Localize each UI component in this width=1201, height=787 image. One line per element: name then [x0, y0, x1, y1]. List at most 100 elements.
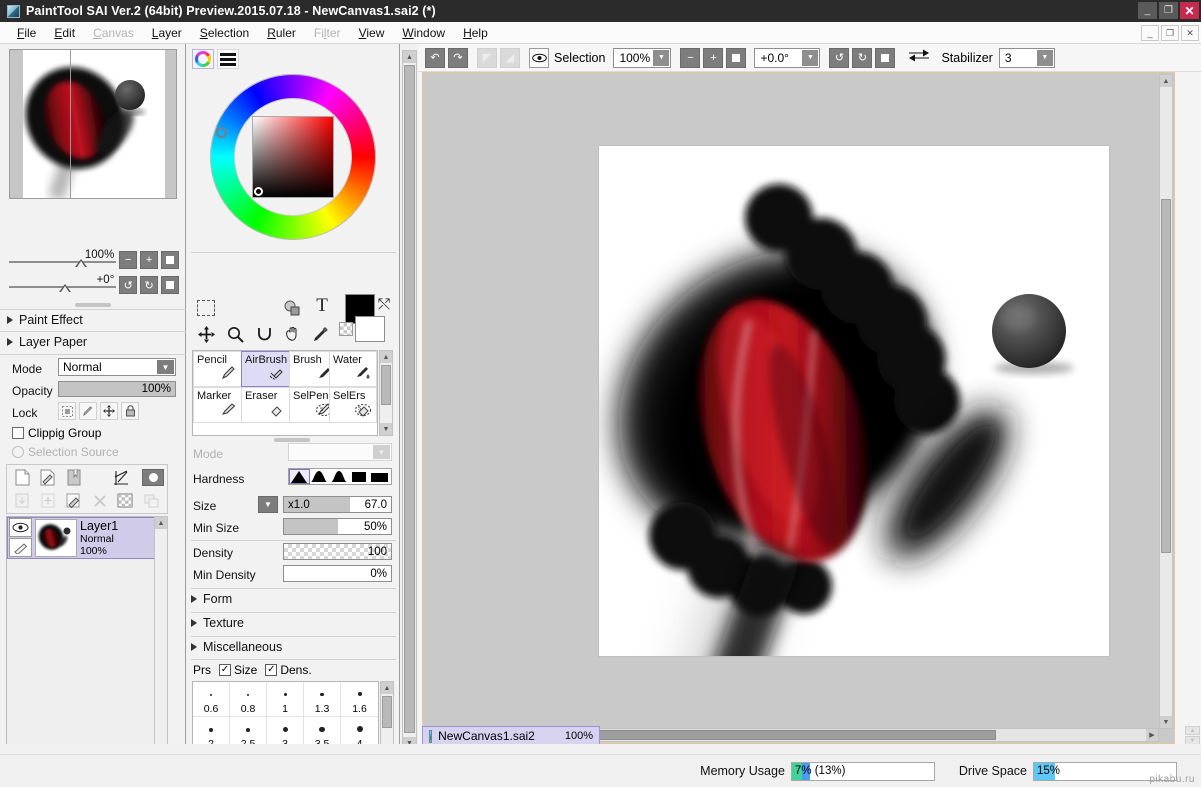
zoom-out-button[interactable]: − [119, 251, 137, 269]
canvas-zoom-out-button[interactable]: − [680, 48, 700, 68]
layer-paper-section[interactable]: Layer Paper [7, 332, 87, 352]
menu-layer[interactable]: Layer [143, 22, 191, 44]
canvas-rotate-reset-button[interactable] [875, 48, 895, 68]
canvas-stage[interactable]: ◀ ▶ ▲ ▼ [422, 72, 1175, 744]
layer-list-scrollbar[interactable]: ▲ ▼ [154, 516, 168, 778]
brush-selector-scrollbar[interactable]: ▲ ▼ [379, 350, 393, 436]
scroll-down-icon[interactable]: ▼ [380, 423, 392, 435]
hardness-selector[interactable] [288, 468, 392, 485]
brush-water[interactable]: Water [329, 351, 377, 387]
brush-min-size-bar[interactable]: 50% [283, 518, 392, 535]
hue-marker[interactable] [216, 127, 227, 138]
brush-min-density-bar[interactable]: 0% [283, 565, 392, 582]
layer-select-icon[interactable] [9, 538, 32, 557]
brush-size-bar[interactable]: x1.0 67.0 [283, 496, 392, 513]
layer-list-item[interactable]: Layer1 Normal 100% [7, 517, 167, 559]
prs-size-checkbox[interactable]: ✓ Size [219, 663, 257, 677]
layer-mode-combo[interactable]: Normal ▼ [58, 358, 176, 376]
hscroll-thumb[interactable] [572, 730, 996, 740]
mdi-restore-button[interactable]: ❐ [1161, 25, 1179, 41]
zoom-slider[interactable]: 100% [9, 251, 116, 267]
magic-wand-tool[interactable] [251, 296, 277, 320]
menu-file[interactable]: FFileile [8, 22, 45, 44]
sv-marker[interactable] [254, 187, 263, 196]
clear-icon[interactable] [63, 491, 85, 511]
scroll-up-icon[interactable]: ▲ [381, 682, 393, 694]
scroll-down-icon[interactable]: ▼ [1160, 716, 1172, 728]
selection-visibility-icon[interactable] [529, 48, 549, 68]
rect-select-tool[interactable] [193, 296, 219, 320]
brush-airbrush[interactable]: AirBrush [241, 351, 290, 387]
mask-icon[interactable] [140, 467, 166, 487]
flip-horizontal-icon[interactable] [909, 49, 929, 66]
move-tool[interactable] [193, 322, 219, 346]
tool-panel-scrollbar[interactable]: ▲ ▼ [402, 50, 417, 750]
menu-help[interactable]: Help [454, 22, 497, 44]
brush-pencil[interactable]: Pencil [193, 351, 242, 387]
rotate-cw-button[interactable]: ↻ [140, 276, 158, 294]
canvas-image[interactable] [598, 145, 1110, 657]
paint-effect-section[interactable]: Paint Effect [7, 310, 83, 330]
bucket-tool[interactable] [279, 296, 305, 320]
scroll-right-icon[interactable]: ▶ [1146, 729, 1158, 741]
form-section[interactable]: Form [191, 589, 232, 609]
hardness-option-2[interactable] [310, 469, 330, 484]
scrollbar-thumb[interactable] [381, 365, 391, 405]
document-tab[interactable]: NewCanvas1.sai2 100% [422, 726, 600, 746]
lock-paint-icon[interactable] [79, 402, 97, 420]
close-button[interactable]: ✕ [1180, 2, 1199, 19]
mdi-close-button[interactable]: ✕ [1181, 25, 1199, 41]
hand-tool[interactable] [279, 322, 305, 346]
preset-cell[interactable]: 0.8 [230, 682, 267, 717]
tab-scroll-up-icon[interactable]: ▲ [1185, 726, 1200, 735]
stabilizer-field[interactable]: 3 ▼ [999, 48, 1055, 68]
hardness-option-5[interactable] [370, 469, 391, 484]
rotate-reset-button[interactable] [161, 276, 179, 294]
zoom-tool[interactable] [222, 322, 248, 346]
layer-visibility-icon[interactable] [9, 518, 32, 537]
canvas-vscrollbar[interactable]: ▲ ▼ [1159, 74, 1173, 729]
chevron-down-icon[interactable]: ▼ [157, 360, 174, 374]
text-tool[interactable]: T [309, 294, 335, 318]
brush-density-bar[interactable]: 100 [283, 543, 392, 560]
background-color-swatch[interactable] [355, 316, 385, 342]
hardness-option-3[interactable] [330, 469, 350, 484]
rotate-slider-thumb[interactable] [59, 284, 71, 292]
new-folder-icon[interactable] [63, 467, 85, 487]
lock-move-icon[interactable] [100, 402, 118, 420]
scrollbar-thumb[interactable] [382, 696, 392, 728]
brush-selector[interactable]: Pencil AirBrush Brush Water Mar [192, 350, 378, 436]
lock-pixels-icon[interactable] [58, 402, 76, 420]
layer-list[interactable]: Layer1 Normal 100% ▲ ▼ [6, 516, 168, 778]
chevron-down-icon[interactable]: ▼ [653, 50, 669, 66]
canvas-rotate-field[interactable]: +0.0° ▼ [754, 48, 820, 68]
menu-view[interactable]: View [350, 22, 394, 44]
menu-edit[interactable]: Edit [45, 22, 84, 44]
mdi-minimize-button[interactable]: _ [1141, 25, 1159, 41]
ruler-icon[interactable] [110, 467, 134, 487]
lock-all-icon[interactable] [121, 402, 139, 420]
checker-icon[interactable] [115, 491, 135, 511]
scroll-up-icon[interactable]: ▲ [155, 517, 167, 529]
redo-button[interactable]: ↷ [448, 48, 468, 68]
layer-opacity-bar[interactable]: 100% [58, 381, 176, 397]
canvas-zoom-reset-button[interactable] [726, 48, 746, 68]
vscroll-thumb[interactable] [1161, 199, 1171, 553]
menu-ruler[interactable]: Ruler [258, 22, 305, 44]
rotate-slider[interactable]: +0° [9, 276, 116, 292]
new-layer-icon[interactable] [11, 467, 33, 487]
menu-window[interactable]: Window [393, 22, 454, 44]
swap-colors-icon[interactable]: ⤲ [378, 296, 390, 313]
rotate-ccw-button[interactable]: ↺ [119, 276, 137, 294]
preset-cell[interactable]: 1.6 [341, 682, 378, 717]
hardness-option-4[interactable] [350, 469, 370, 484]
zoom-in-button[interactable]: + [140, 251, 158, 269]
brush-eraser[interactable]: Eraser [241, 387, 290, 423]
panel-resize-grip[interactable] [75, 303, 111, 307]
brush-panel-grip[interactable] [274, 438, 310, 442]
miscellaneous-section[interactable]: Miscellaneous [191, 637, 282, 657]
lasso-select-tool[interactable] [222, 296, 248, 320]
navigator-preview[interactable] [9, 49, 177, 199]
preset-cell[interactable]: 1 [267, 682, 304, 717]
minimize-button[interactable]: _ [1138, 2, 1157, 19]
